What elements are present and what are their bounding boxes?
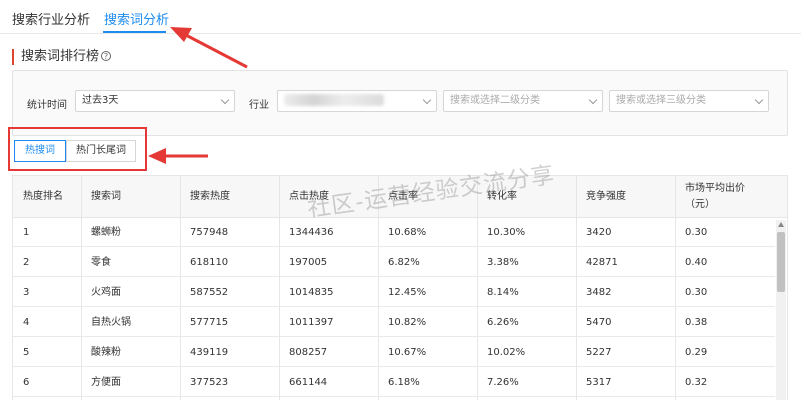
cell-search-heat: 618110 <box>190 257 229 268</box>
cell-avg-bid: 0.30 <box>685 287 708 298</box>
annotation-arrow-head-subtab <box>148 148 166 164</box>
table-row[interactable]: 1 螺蛳粉 757948 1344436 10.68% 10.30% 3420 0.30 <box>13 218 775 247</box>
cell-ctr: 10.82% <box>388 317 427 328</box>
cell-search-heat: 587552 <box>190 287 229 298</box>
level3-placeholder: 搜索或选择三级分类 <box>616 95 706 106</box>
cell-search-heat: 439119 <box>190 347 229 358</box>
cell-conversion: 10.02% <box>487 347 526 358</box>
subtab-hot-keywords[interactable]: 热搜词 <box>14 140 66 162</box>
cell-search-heat: 757948 <box>190 227 229 238</box>
tab-keyword-analysis[interactable]: 搜索词分析 <box>104 9 169 28</box>
header-avg-bid-line2: （元） <box>685 199 715 210</box>
table-row[interactable]: 4 自热火锅 577715 1011397 10.82% 6.26% 5470 0.38 <box>13 308 775 337</box>
time-select-value: 过去3天 <box>82 95 119 106</box>
cell-competition: 3420 <box>586 227 612 238</box>
subtab-long-tail-keywords[interactable]: 热门长尾词 <box>66 140 136 162</box>
cell-conversion: 7.26% <box>487 377 519 388</box>
section-title-text: 搜索词排行榜 <box>21 49 100 64</box>
header-search-heat: 搜索热度 <box>190 191 230 202</box>
cell-ctr: 10.68% <box>388 227 427 238</box>
cell-rank: 3 <box>23 287 30 298</box>
cell-ctr: 6.82% <box>388 257 420 268</box>
industry-label: 行业 <box>249 100 269 111</box>
chevron-down-icon <box>220 95 230 105</box>
cell-keyword: 自热火锅 <box>91 317 131 328</box>
cell-click-heat: 1344436 <box>289 227 334 238</box>
cell-conversion: 6.26% <box>487 317 519 328</box>
cell-keyword: 火鸡面 <box>91 287 121 298</box>
active-tab-indicator <box>103 31 166 33</box>
cell-ctr: 10.67% <box>388 347 427 358</box>
cell-avg-bid: 0.29 <box>685 347 708 358</box>
cell-competition: 3482 <box>586 287 612 298</box>
table-scrollbar-thumb[interactable] <box>777 232 785 292</box>
time-select[interactable]: 过去3天 <box>75 90 235 112</box>
level3-category-select[interactable]: 搜索或选择三级分类 <box>609 90 769 112</box>
table-row[interactable]: 5 酸辣粉 439119 808257 10.67% 10.02% 5227 0.29 <box>13 338 775 367</box>
cell-keyword: 方便面 <box>91 377 121 388</box>
tab-industry-analysis[interactable]: 搜索行业分析 <box>12 9 90 28</box>
cell-keyword: 螺蛳粉 <box>91 227 121 238</box>
cell-rank: 2 <box>23 257 30 268</box>
cell-rank: 5 <box>23 347 30 358</box>
table-row[interactable]: 2 零食 618110 197005 6.82% 3.38% 42871 0.40 <box>13 248 775 277</box>
chevron-down-icon <box>754 95 764 105</box>
cell-rank: 4 <box>23 317 30 328</box>
cell-competition: 5470 <box>586 317 612 328</box>
cell-avg-bid: 0.40 <box>685 257 708 268</box>
header-competition: 竞争强度 <box>586 191 626 202</box>
blurred-industry-value <box>284 94 384 106</box>
header-avg-bid: 市场平均出价 （元） <box>675 176 775 218</box>
level2-placeholder: 搜索或选择二级分类 <box>450 95 540 106</box>
cell-competition: 42871 <box>586 257 618 268</box>
header-keyword: 搜索词 <box>91 191 121 202</box>
cell-search-heat: 577715 <box>190 317 229 328</box>
cell-search-heat: 377523 <box>190 377 229 388</box>
table-row[interactable]: 6 方便面 377523 661144 6.18% 7.26% 5317 0.32 <box>13 368 775 397</box>
chevron-down-icon <box>588 95 598 105</box>
cell-avg-bid: 0.30 <box>685 227 708 238</box>
annotation-arrow-tab <box>181 31 248 69</box>
help-icon[interactable]: ? <box>101 51 112 61</box>
cell-conversion: 10.30% <box>487 227 526 238</box>
cell-keyword: 零食 <box>91 257 111 268</box>
cell-click-heat: 808257 <box>289 347 328 358</box>
cell-keyword: 酸辣粉 <box>91 347 121 358</box>
cell-ctr: 12.45% <box>388 287 427 298</box>
top-tabs: 搜索行业分析 搜索词分析 <box>0 0 801 34</box>
cell-avg-bid: 0.38 <box>685 317 708 328</box>
chevron-down-icon <box>422 95 432 105</box>
cell-conversion: 8.14% <box>487 287 519 298</box>
table-row[interactable]: 3 火鸡面 587552 1014835 12.45% 8.14% 3482 0.30 <box>13 278 775 307</box>
cell-competition: 5317 <box>586 377 612 388</box>
cell-rank: 1 <box>23 227 30 238</box>
scroll-up-arrow-icon[interactable] <box>778 222 784 227</box>
cell-avg-bid: 0.32 <box>685 377 708 388</box>
header-rank: 热度排名 <box>23 191 63 202</box>
level2-category-select[interactable]: 搜索或选择二级分类 <box>443 90 603 112</box>
cell-competition: 5227 <box>586 347 612 358</box>
cell-click-heat: 1014835 <box>289 287 334 298</box>
time-label: 统计时间 <box>27 100 67 111</box>
cell-click-heat: 1011397 <box>289 317 334 328</box>
header-avg-bid-line1: 市场平均出价 <box>685 183 745 194</box>
cell-ctr: 6.18% <box>388 377 420 388</box>
industry-select[interactable] <box>277 90 437 112</box>
cell-click-heat: 661144 <box>289 377 328 388</box>
section-title: 搜索词排行榜? <box>12 49 112 65</box>
cell-rank: 6 <box>23 377 30 388</box>
cell-conversion: 3.38% <box>487 257 519 268</box>
cell-click-heat: 197005 <box>289 257 328 268</box>
